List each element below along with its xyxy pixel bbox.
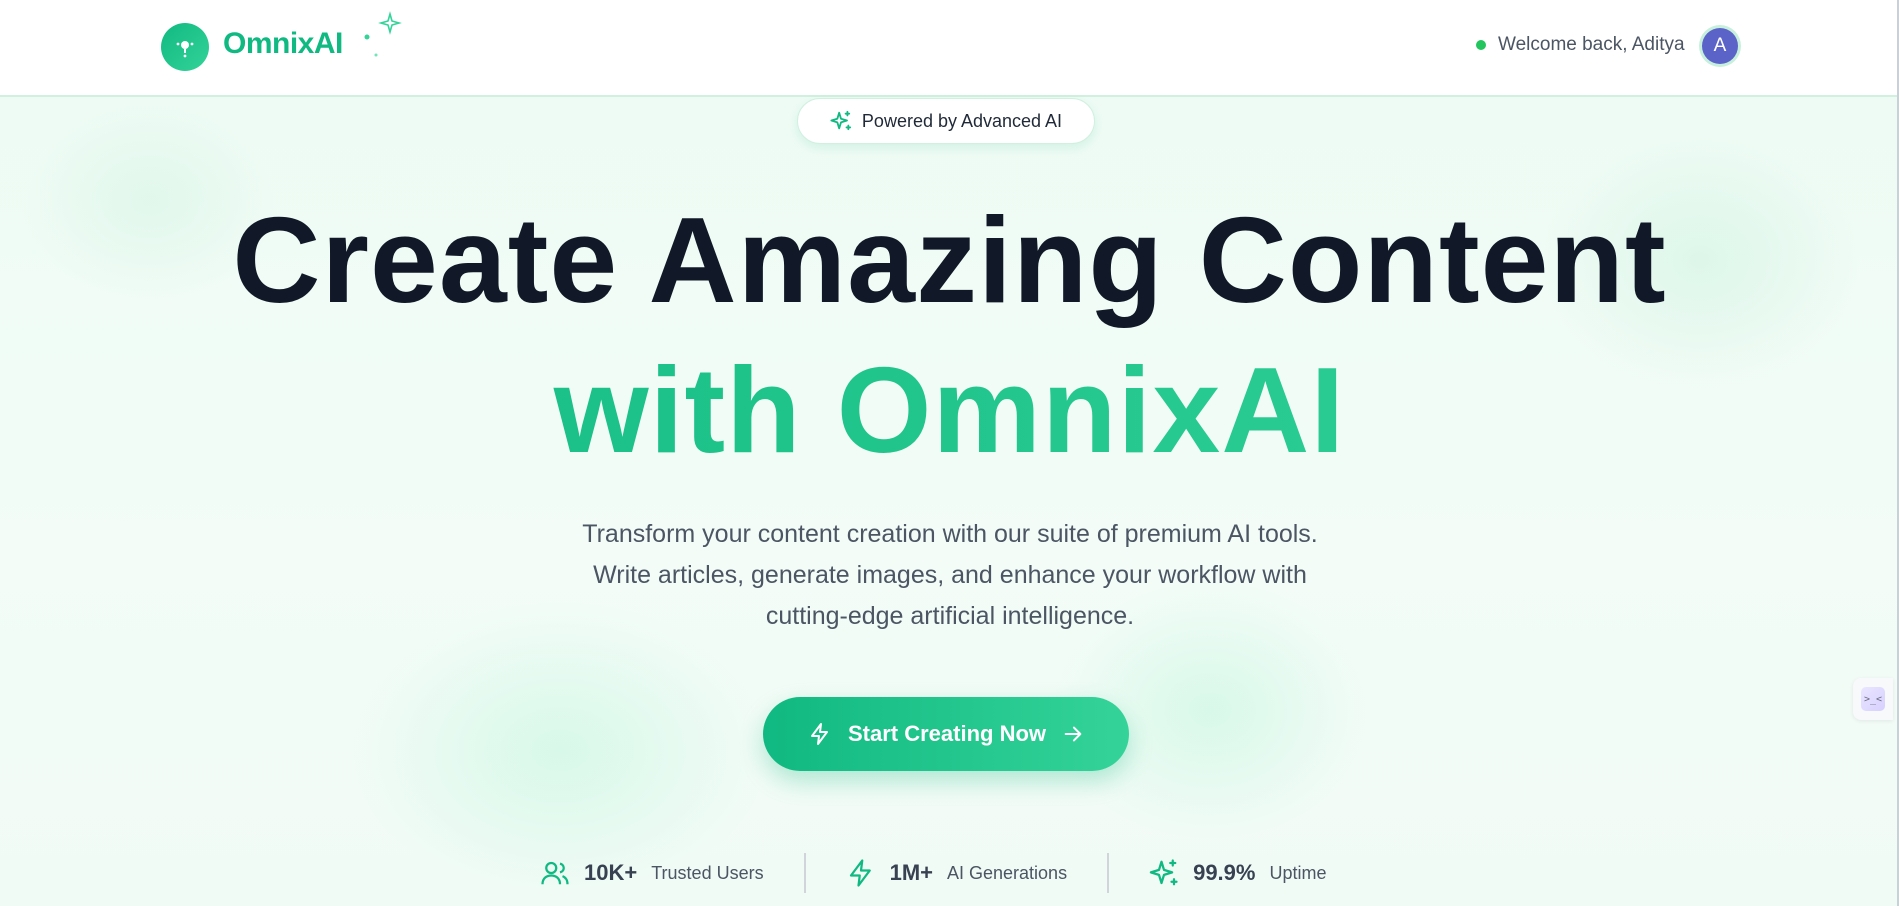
hero-headline: Create Amazing Content [232,192,1667,328]
stat-value: 10K+ [584,860,638,885]
brand-name[interactable]: OmnixAI [223,27,343,61]
stat-value: 1M+ [889,860,933,885]
subtitle-line: Write articles, generate images, and enh… [593,561,1307,589]
start-creating-button[interactable]: Start Creating Now [763,697,1129,771]
side-assistant-widget[interactable]: >_< [1853,678,1893,720]
stat-label: Uptime [1269,862,1327,883]
stat-value: 99.9% [1193,860,1256,885]
logo-icon[interactable] [161,23,209,71]
stats-bar: 10K+ Trusted Users 1M+ AI Generations 99… [540,850,1366,896]
stat-trusted-users: 10K+ Trusted Users [540,858,804,888]
stat-label: Trusted Users [651,862,764,883]
cta-label: Start Creating Now [847,721,1047,746]
top-navbar: OmnixAI Welcome back, Aditya A [0,0,1899,97]
sparkles-icon [830,110,852,131]
lightning-icon [849,859,871,887]
badge-text: Powered by Advanced AI [861,110,1063,131]
user-avatar[interactable]: A [1702,28,1738,64]
sparkle-decoration-icon [364,11,402,57]
online-status-dot [1476,40,1486,50]
users-icon [541,861,569,885]
stat-label: AI Generations [947,862,1068,883]
subtitle-line: Transform your content creation with our… [582,520,1318,548]
sparkles-icon [1149,859,1178,886]
hero-headline-accent: with OmnixAI [0,340,1899,480]
welcome-text: Welcome back, Aditya [1498,34,1685,55]
arrow-right-icon [1064,726,1082,742]
assistant-icon: >_< [1861,687,1885,711]
lightning-icon [810,723,828,745]
subtitle-line: cutting-edge artificial intelligence. [765,602,1135,630]
welcome-message: Welcome back, Aditya [1476,34,1685,56]
stat-uptime: 99.9% Uptime [1109,858,1366,888]
stat-ai-generations: 1M+ AI Generations [806,858,1108,888]
powered-by-badge: Powered by Advanced AI [797,98,1095,144]
hero-subtitle: Transform your content creation with our… [500,514,1400,637]
